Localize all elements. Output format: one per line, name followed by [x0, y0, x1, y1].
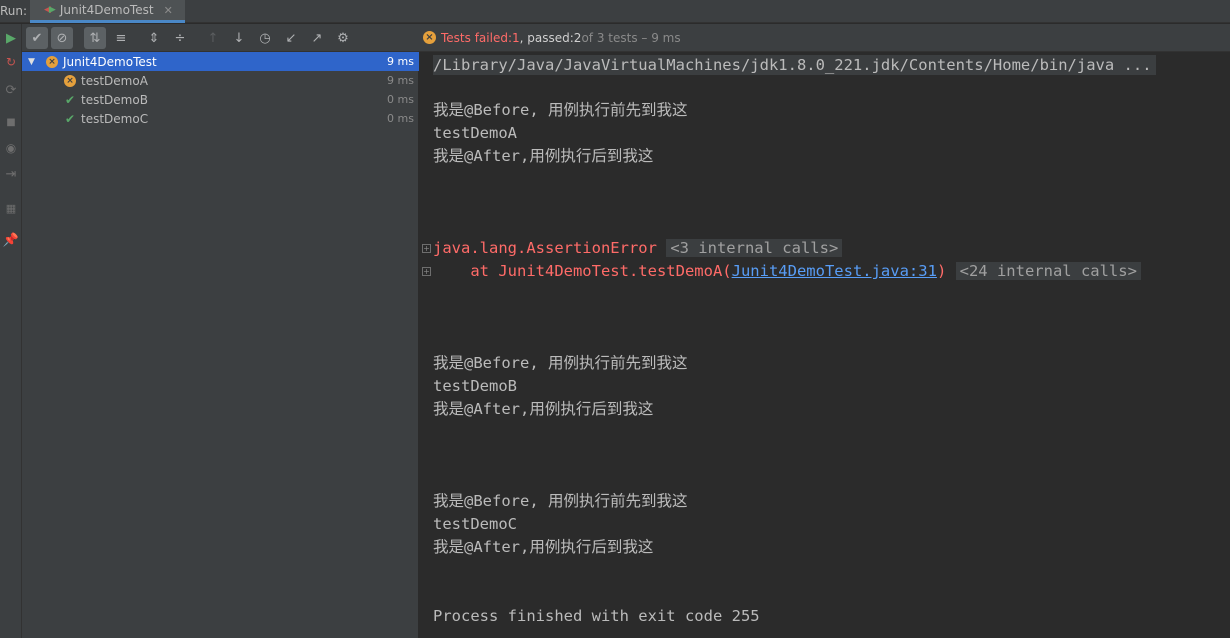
show-passed-icon[interactable]: ✔: [26, 27, 48, 49]
internal-calls-folded[interactable]: <3 internal calls>: [666, 239, 843, 257]
tree-item-testDemoB[interactable]: ✔ testDemoB 0 ms: [22, 90, 419, 109]
status-passed-count: 2: [573, 30, 582, 45]
internal-calls-folded[interactable]: <24 internal calls>: [955, 262, 1141, 280]
console-line: testDemoB: [433, 377, 517, 395]
tree-item-label: testDemoC: [81, 111, 149, 126]
toggle-auto-test-icon[interactable]: ⟳: [0, 80, 22, 100]
test-history-icon[interactable]: ◷: [254, 27, 276, 49]
tree-item-testDemoA[interactable]: × testDemoA 9 ms: [22, 71, 419, 90]
console-line: 我是@Before, 用例执行前先到我这: [433, 101, 688, 119]
run-side-toolbar: ▶ ↻ ⟳ ■ ◉ ⇥ ▦ 📌: [0, 24, 22, 638]
stack-frame-text: at Junit4DemoTest.testDemoA(: [433, 262, 732, 280]
console-line: 我是@After,用例执行后到我这: [433, 400, 654, 418]
close-icon[interactable]: ✕: [164, 4, 173, 17]
collapse-all-icon[interactable]: ÷: [169, 27, 191, 49]
export-tests-icon[interactable]: ↗: [306, 27, 328, 49]
tree-item-testDemoC[interactable]: ✔ testDemoC 0 ms: [22, 109, 419, 128]
fold-expand-icon[interactable]: +: [422, 267, 431, 276]
sort-by-duration-icon[interactable]: ≡: [110, 27, 132, 49]
run-label: Run:: [0, 4, 28, 18]
test-passed-icon: ✔: [64, 92, 76, 107]
tree-item-duration: 0 ms: [387, 112, 414, 125]
tree-root-item[interactable]: ▼ × Junit4DemoTest 9 ms: [22, 52, 419, 71]
test-failed-icon: ×: [46, 55, 58, 68]
tree-item-label: testDemoB: [81, 92, 148, 107]
run-tab-title: Junit4DemoTest: [59, 3, 154, 17]
console-line: testDemoC: [433, 515, 517, 533]
settings-gear-icon[interactable]: ⚙: [332, 27, 354, 49]
status-suffix: of 3 tests – 9 ms: [581, 30, 681, 45]
rerun-icon[interactable]: ▶: [0, 28, 22, 48]
fold-expand-icon[interactable]: +: [422, 244, 431, 253]
tree-item-label: testDemoA: [81, 73, 148, 88]
status-failed-count: 1: [512, 30, 520, 45]
test-passed-icon: ✔: [64, 111, 76, 126]
test-tree: ▼ × Junit4DemoTest 9 ms × testDemoA 9 ms…: [22, 52, 419, 638]
rerun-failed-icon[interactable]: ↻: [0, 52, 22, 72]
expand-arrow-icon[interactable]: ▼: [28, 57, 40, 67]
junit-run-config-icon: ◀▶: [44, 5, 56, 15]
test-status-bar: × Tests failed: 1 , passed: 2 of 3 tests…: [419, 24, 1230, 52]
pin-icon[interactable]: 📌: [0, 230, 22, 250]
console-stacktrace-line: at Junit4DemoTest.testDemoA(Junit4DemoTe…: [433, 261, 1141, 281]
exception-name: java.lang.AssertionError: [433, 239, 657, 257]
console-line: testDemoA: [433, 124, 517, 142]
exit-icon[interactable]: ⇥: [0, 164, 22, 184]
previous-failed-icon[interactable]: ↑: [202, 27, 224, 49]
sort-alphabetically-icon[interactable]: ⇅: [84, 27, 106, 49]
tests-failed-icon: ×: [423, 31, 436, 44]
status-prefix: Tests failed:: [441, 30, 512, 45]
tree-item-duration: 9 ms: [387, 74, 414, 87]
layout-icon[interactable]: ▦: [0, 198, 22, 218]
console-command-line: /Library/Java/JavaVirtualMachines/jdk1.8…: [433, 55, 1156, 75]
console-line: 我是@After,用例执行后到我这: [433, 538, 654, 556]
console-error-line: java.lang.AssertionError <3 internal cal…: [433, 238, 843, 258]
tree-item-duration: 9 ms: [387, 55, 414, 68]
test-failed-icon: ×: [64, 74, 76, 87]
next-failed-icon[interactable]: ↓: [228, 27, 250, 49]
source-link[interactable]: Junit4DemoTest.java:31: [732, 262, 937, 280]
console-output[interactable]: /Library/Java/JavaVirtualMachines/jdk1.8…: [420, 52, 1230, 638]
console-line: 我是@Before, 用例执行前先到我这: [433, 492, 688, 510]
test-runner-toolbar: ✔ ⊘ ⇅ ≡ ⇕ ÷ ↑ ↓ ◷ ↙ ↗ ⚙: [22, 24, 419, 52]
tree-item-label: Junit4DemoTest: [63, 54, 157, 69]
expand-all-icon[interactable]: ⇕: [143, 27, 165, 49]
stack-frame-close: ): [936, 262, 947, 280]
stop-icon[interactable]: ■: [0, 112, 22, 132]
console-line: 我是@After,用例执行后到我这: [433, 147, 654, 165]
status-mid: , passed:: [519, 30, 574, 45]
import-tests-icon[interactable]: ↙: [280, 27, 302, 49]
tree-item-duration: 0 ms: [387, 93, 414, 106]
console-line: 我是@Before, 用例执行前先到我这: [433, 354, 688, 372]
camera-icon[interactable]: ◉: [0, 138, 22, 158]
console-exit-line: Process finished with exit code 255: [433, 607, 760, 625]
run-tab[interactable]: ◀▶ Junit4DemoTest ✕: [30, 0, 185, 23]
show-ignored-icon[interactable]: ⊘: [51, 27, 73, 49]
run-tab-bar: Run: ◀▶ Junit4DemoTest ✕: [0, 0, 1230, 23]
